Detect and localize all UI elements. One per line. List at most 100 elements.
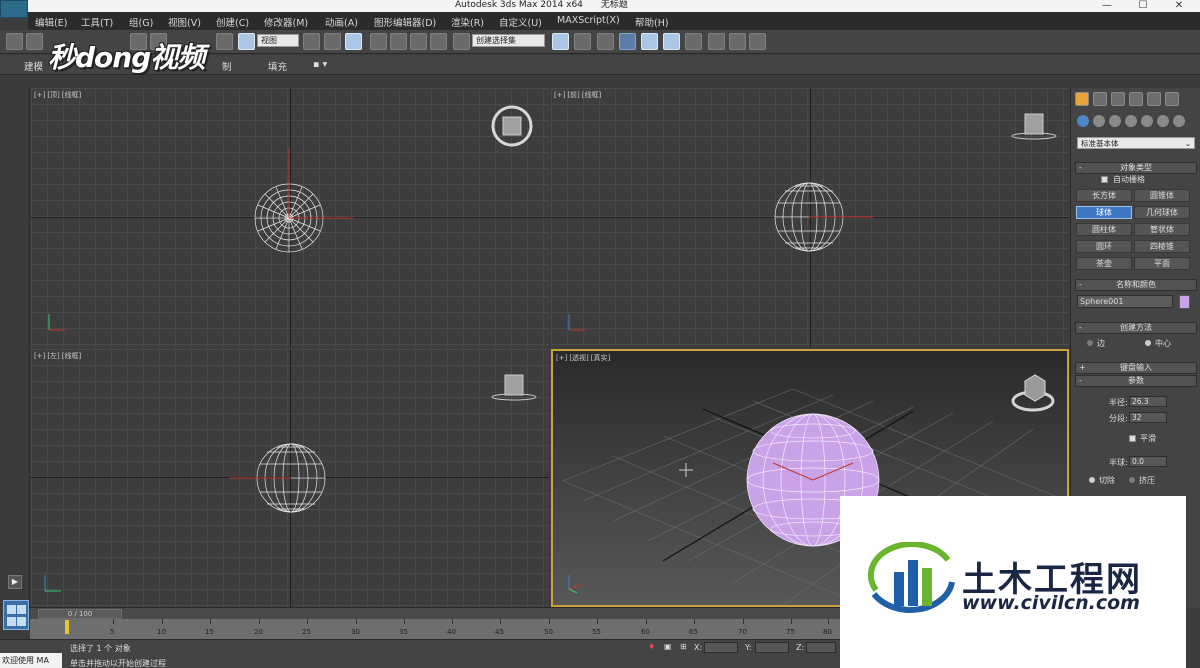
menu-edit[interactable]: 编辑(E)	[35, 15, 67, 29]
layer-manager-icon[interactable]	[597, 33, 614, 50]
display-tab-icon[interactable]	[1147, 92, 1161, 106]
scale-icon[interactable]	[238, 33, 255, 50]
menu-rendering[interactable]: 渲染(R)	[451, 15, 484, 29]
z-coordinate-field[interactable]	[806, 642, 836, 653]
menu-customize[interactable]: 自定义(U)	[499, 15, 542, 29]
render-setup-icon[interactable]	[708, 33, 725, 50]
rollout-keyboard-entry[interactable]: + 键盘输入	[1075, 362, 1197, 374]
ribbon-tab-modeling[interactable]: 建模	[24, 59, 43, 73]
utilities-tab-icon[interactable]	[1165, 92, 1179, 106]
ribbon-tab-populate[interactable]: 填充	[268, 59, 287, 73]
menu-group[interactable]: 组(G)	[129, 15, 153, 29]
angle-snap-icon[interactable]	[390, 33, 407, 50]
autogrid-checkbox[interactable]	[1101, 176, 1108, 183]
viewport-front[interactable]: [+] [前] [线框]	[551, 88, 1069, 347]
menu-modifiers[interactable]: 修改器(M)	[264, 15, 308, 29]
tube-button[interactable]: 管状体	[1134, 223, 1190, 236]
maximize-button[interactable]: ☐	[1128, 0, 1158, 12]
x-coordinate-field[interactable]	[704, 642, 738, 653]
menu-create[interactable]: 创建(C)	[216, 15, 249, 29]
segments-spinner[interactable]: 32	[1129, 412, 1167, 423]
close-button[interactable]: ✕	[1164, 0, 1194, 12]
align-icon[interactable]	[574, 33, 591, 50]
pyramid-button[interactable]: 四棱锥	[1134, 240, 1190, 253]
ref-coord-dropdown[interactable]: 视图	[257, 34, 299, 47]
rollout-parameters[interactable]: - 参数	[1075, 375, 1197, 387]
modify-tab-icon[interactable]	[1093, 92, 1107, 106]
create-tab-icon[interactable]	[1075, 92, 1089, 106]
plane-button[interactable]: 平面	[1134, 257, 1190, 270]
selection-set-dropdown[interactable]: 创建选择集	[472, 34, 545, 47]
material-editor-icon[interactable]	[685, 33, 702, 50]
cone-button[interactable]: 圆锥体	[1134, 189, 1190, 202]
percent-snap-icon[interactable]	[410, 33, 427, 50]
systems-icon[interactable]	[1173, 115, 1185, 127]
current-frame-marker[interactable]	[65, 620, 69, 634]
track-bar[interactable]: 5 10 15 20 25 30 35 40 45 50 55 60 65 70…	[30, 619, 840, 639]
menu-tools[interactable]: 工具(T)	[81, 15, 113, 29]
helpers-icon[interactable]	[1141, 115, 1153, 127]
link-icon[interactable]	[6, 33, 23, 50]
viewcube-perspective[interactable]	[1009, 369, 1057, 415]
menu-help[interactable]: 帮助(H)	[635, 15, 669, 29]
viewcube-front[interactable]	[1011, 110, 1057, 142]
y-coordinate-field[interactable]	[755, 642, 789, 653]
smooth-checkbox[interactable]	[1129, 435, 1136, 442]
lock-icon[interactable]: ▣	[664, 642, 672, 651]
radius-spinner[interactable]: 26.3	[1129, 396, 1167, 407]
minimize-button[interactable]: —	[1092, 0, 1122, 12]
menu-views[interactable]: 视图(V)	[168, 15, 201, 29]
viewcube-top[interactable]	[489, 104, 535, 150]
menu-animation[interactable]: 动画(A)	[325, 15, 358, 29]
edge-radio[interactable]	[1087, 340, 1093, 346]
edit-named-selection-icon[interactable]	[453, 33, 470, 50]
space-warps-icon[interactable]	[1157, 115, 1169, 127]
menu-graph-editors[interactable]: 图形编辑器(D)	[374, 15, 436, 29]
curve-editor-icon[interactable]	[641, 33, 658, 50]
unlink-icon[interactable]	[26, 33, 43, 50]
viewport-layout-icon[interactable]	[3, 600, 29, 630]
hemisphere-spinner[interactable]: 0.0	[1129, 456, 1167, 467]
viewcube-left[interactable]	[491, 371, 537, 403]
viewport-left[interactable]: [+] [左] [线框]	[31, 349, 549, 607]
ribbon-options-icon[interactable]: ▪ ▾	[313, 59, 327, 70]
rollout-creation-method[interactable]: - 创建方法	[1075, 322, 1197, 334]
motion-tab-icon[interactable]	[1129, 92, 1143, 106]
spinner-snap-icon[interactable]	[430, 33, 447, 50]
geometry-icon[interactable]	[1077, 115, 1089, 127]
torus-button[interactable]: 圆环	[1076, 240, 1132, 253]
keyboard-shortcut-icon[interactable]	[345, 33, 362, 50]
object-name-field[interactable]: Sphere001	[1077, 295, 1173, 308]
sphere-button[interactable]: 球体	[1076, 206, 1132, 219]
snap-icon[interactable]	[370, 33, 387, 50]
graphite-toolbar-icon[interactable]	[619, 33, 636, 50]
time-slider[interactable]: 0 / 100	[30, 607, 840, 619]
object-color-swatch[interactable]	[1179, 295, 1190, 309]
move-icon[interactable]	[324, 33, 341, 50]
rendered-frame-icon[interactable]	[729, 33, 746, 50]
rollout-object-type[interactable]: - 对象类型	[1075, 162, 1197, 174]
app-icon[interactable]	[0, 0, 28, 18]
lights-icon[interactable]	[1109, 115, 1121, 127]
category-dropdown[interactable]: 标准基本体 ⌄	[1077, 137, 1195, 149]
center-radio[interactable]	[1145, 340, 1151, 346]
chop-radio[interactable]	[1089, 477, 1095, 483]
transform-mode-icon[interactable]: ⊞	[680, 642, 687, 651]
cylinder-button[interactable]: 圆柱体	[1076, 223, 1132, 236]
geosphere-button[interactable]: 几何球体	[1134, 206, 1190, 219]
ribbon-tab-partial[interactable]: 制	[222, 59, 232, 73]
rollout-name-color[interactable]: - 名称和颜色	[1075, 279, 1197, 291]
box-button[interactable]: 长方体	[1076, 189, 1132, 202]
maxscript-listener-button[interactable]: 欢迎使用 MA	[0, 653, 62, 668]
rotate-icon[interactable]	[216, 33, 233, 50]
shapes-icon[interactable]	[1093, 115, 1105, 127]
menu-maxscript[interactable]: MAXScript(X)	[557, 15, 620, 26]
hierarchy-tab-icon[interactable]	[1111, 92, 1125, 106]
mirror-icon[interactable]	[552, 33, 569, 50]
teapot-button[interactable]: 茶壶	[1076, 257, 1132, 270]
schematic-view-icon[interactable]	[663, 33, 680, 50]
squash-radio[interactable]	[1129, 477, 1135, 483]
pivot-icon[interactable]	[303, 33, 320, 50]
time-slider-thumb[interactable]: 0 / 100	[38, 609, 122, 619]
viewport-top[interactable]: [+] [顶] [线框]	[31, 88, 549, 347]
